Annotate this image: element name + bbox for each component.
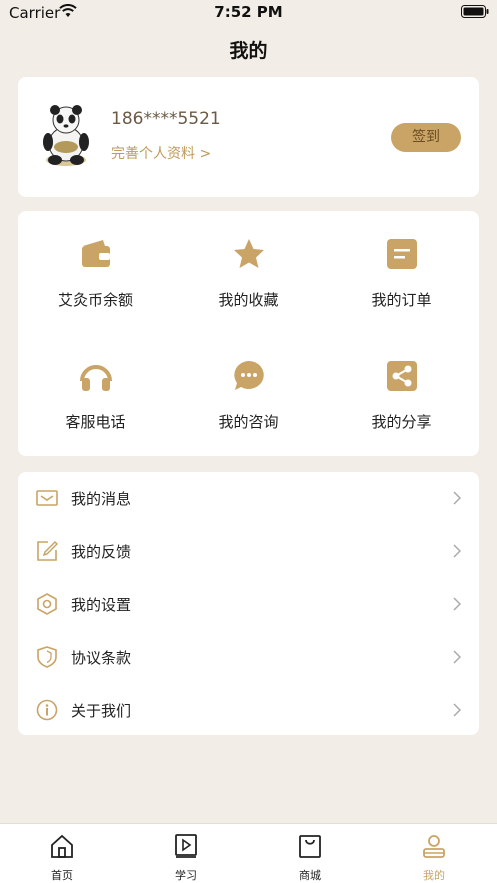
tab-home[interactable]: 首页	[0, 824, 124, 883]
star-icon	[234, 239, 264, 268]
edit-icon	[37, 540, 58, 561]
list-item-feedback[interactable]: 我的反馈	[18, 525, 479, 578]
chevron-right-icon	[453, 491, 461, 505]
grid-item-consult[interactable]: 我的咨询	[172, 333, 325, 443]
list-label: 关于我们	[71, 702, 132, 720]
list-item-messages[interactable]: 我的消息	[18, 472, 479, 525]
info-icon	[36, 699, 58, 721]
tab-label: 学习	[175, 869, 197, 882]
status-time: 7:52 PM	[214, 3, 283, 21]
status-bar: Carrier 7:52 PM	[0, 0, 497, 26]
share-icon	[387, 361, 417, 391]
tab-label: 商城	[299, 869, 321, 882]
list-item-terms[interactable]: 协议条款	[18, 631, 479, 684]
list-item-settings[interactable]: 我的设置	[18, 578, 479, 631]
battery-icon	[461, 5, 489, 18]
user-icon	[423, 835, 445, 858]
avatar[interactable]	[38, 102, 94, 168]
grid-item-share[interactable]: 我的分享	[325, 333, 478, 443]
signin-button[interactable]: 签到	[391, 123, 461, 152]
tab-study[interactable]: 学习	[124, 824, 248, 883]
list-label: 协议条款	[71, 649, 132, 667]
settings-icon	[37, 593, 57, 615]
grid-item-favorites[interactable]: 我的收藏	[172, 211, 325, 321]
menu-list: 我的消息 我的反馈 我的设置 协议条款 关于我们	[18, 472, 479, 735]
grid-label: 我的订单	[371, 291, 432, 309]
video-icon	[175, 834, 197, 858]
grid-label: 客服电话	[65, 413, 126, 431]
chevron-right-icon	[453, 544, 461, 558]
shield-icon	[37, 646, 57, 668]
chevron-right-icon	[453, 650, 461, 664]
tab-mall[interactable]: 商城	[248, 824, 372, 883]
list-item-about[interactable]: 关于我们	[18, 684, 479, 737]
tab-mine[interactable]: 我的	[372, 824, 496, 883]
list-label: 我的消息	[71, 490, 132, 508]
mail-icon	[36, 490, 58, 506]
chevron-right-icon	[453, 597, 461, 611]
tab-label: 首页	[51, 869, 73, 882]
list-label: 我的反馈	[71, 543, 132, 561]
grid-label: 我的咨询	[218, 413, 279, 431]
grid-item-orders[interactable]: 我的订单	[325, 211, 478, 321]
wallet-icon	[82, 240, 110, 267]
list-label: 我的设置	[71, 596, 132, 614]
phone-number: 186****5521	[111, 109, 221, 129]
home-icon	[51, 834, 73, 858]
feature-grid: 艾灸币余额 我的收藏 我的订单 客服电话 我的咨询 我的分享	[18, 211, 479, 456]
grid-label: 艾灸币余额	[57, 291, 133, 309]
complete-profile-link[interactable]: 完善个人资料 >	[111, 143, 211, 163]
order-icon	[387, 239, 417, 269]
grid-item-balance[interactable]: 艾灸币余额	[19, 211, 172, 321]
grid-item-service-phone[interactable]: 客服电话	[19, 333, 172, 443]
chevron-right-icon	[453, 703, 461, 717]
profile-card: 186****5521 完善个人资料 > 签到	[18, 77, 479, 197]
headphones-icon	[80, 365, 112, 391]
page-title: 我的	[229, 40, 268, 62]
tab-label: 我的	[423, 869, 445, 882]
chat-icon	[234, 361, 264, 390]
grid-label: 我的分享	[371, 413, 432, 431]
tab-bar: 首页 学习 商城 我的	[0, 823, 497, 883]
grid-label: 我的收藏	[218, 291, 279, 309]
shopping-bag-icon	[299, 835, 321, 858]
